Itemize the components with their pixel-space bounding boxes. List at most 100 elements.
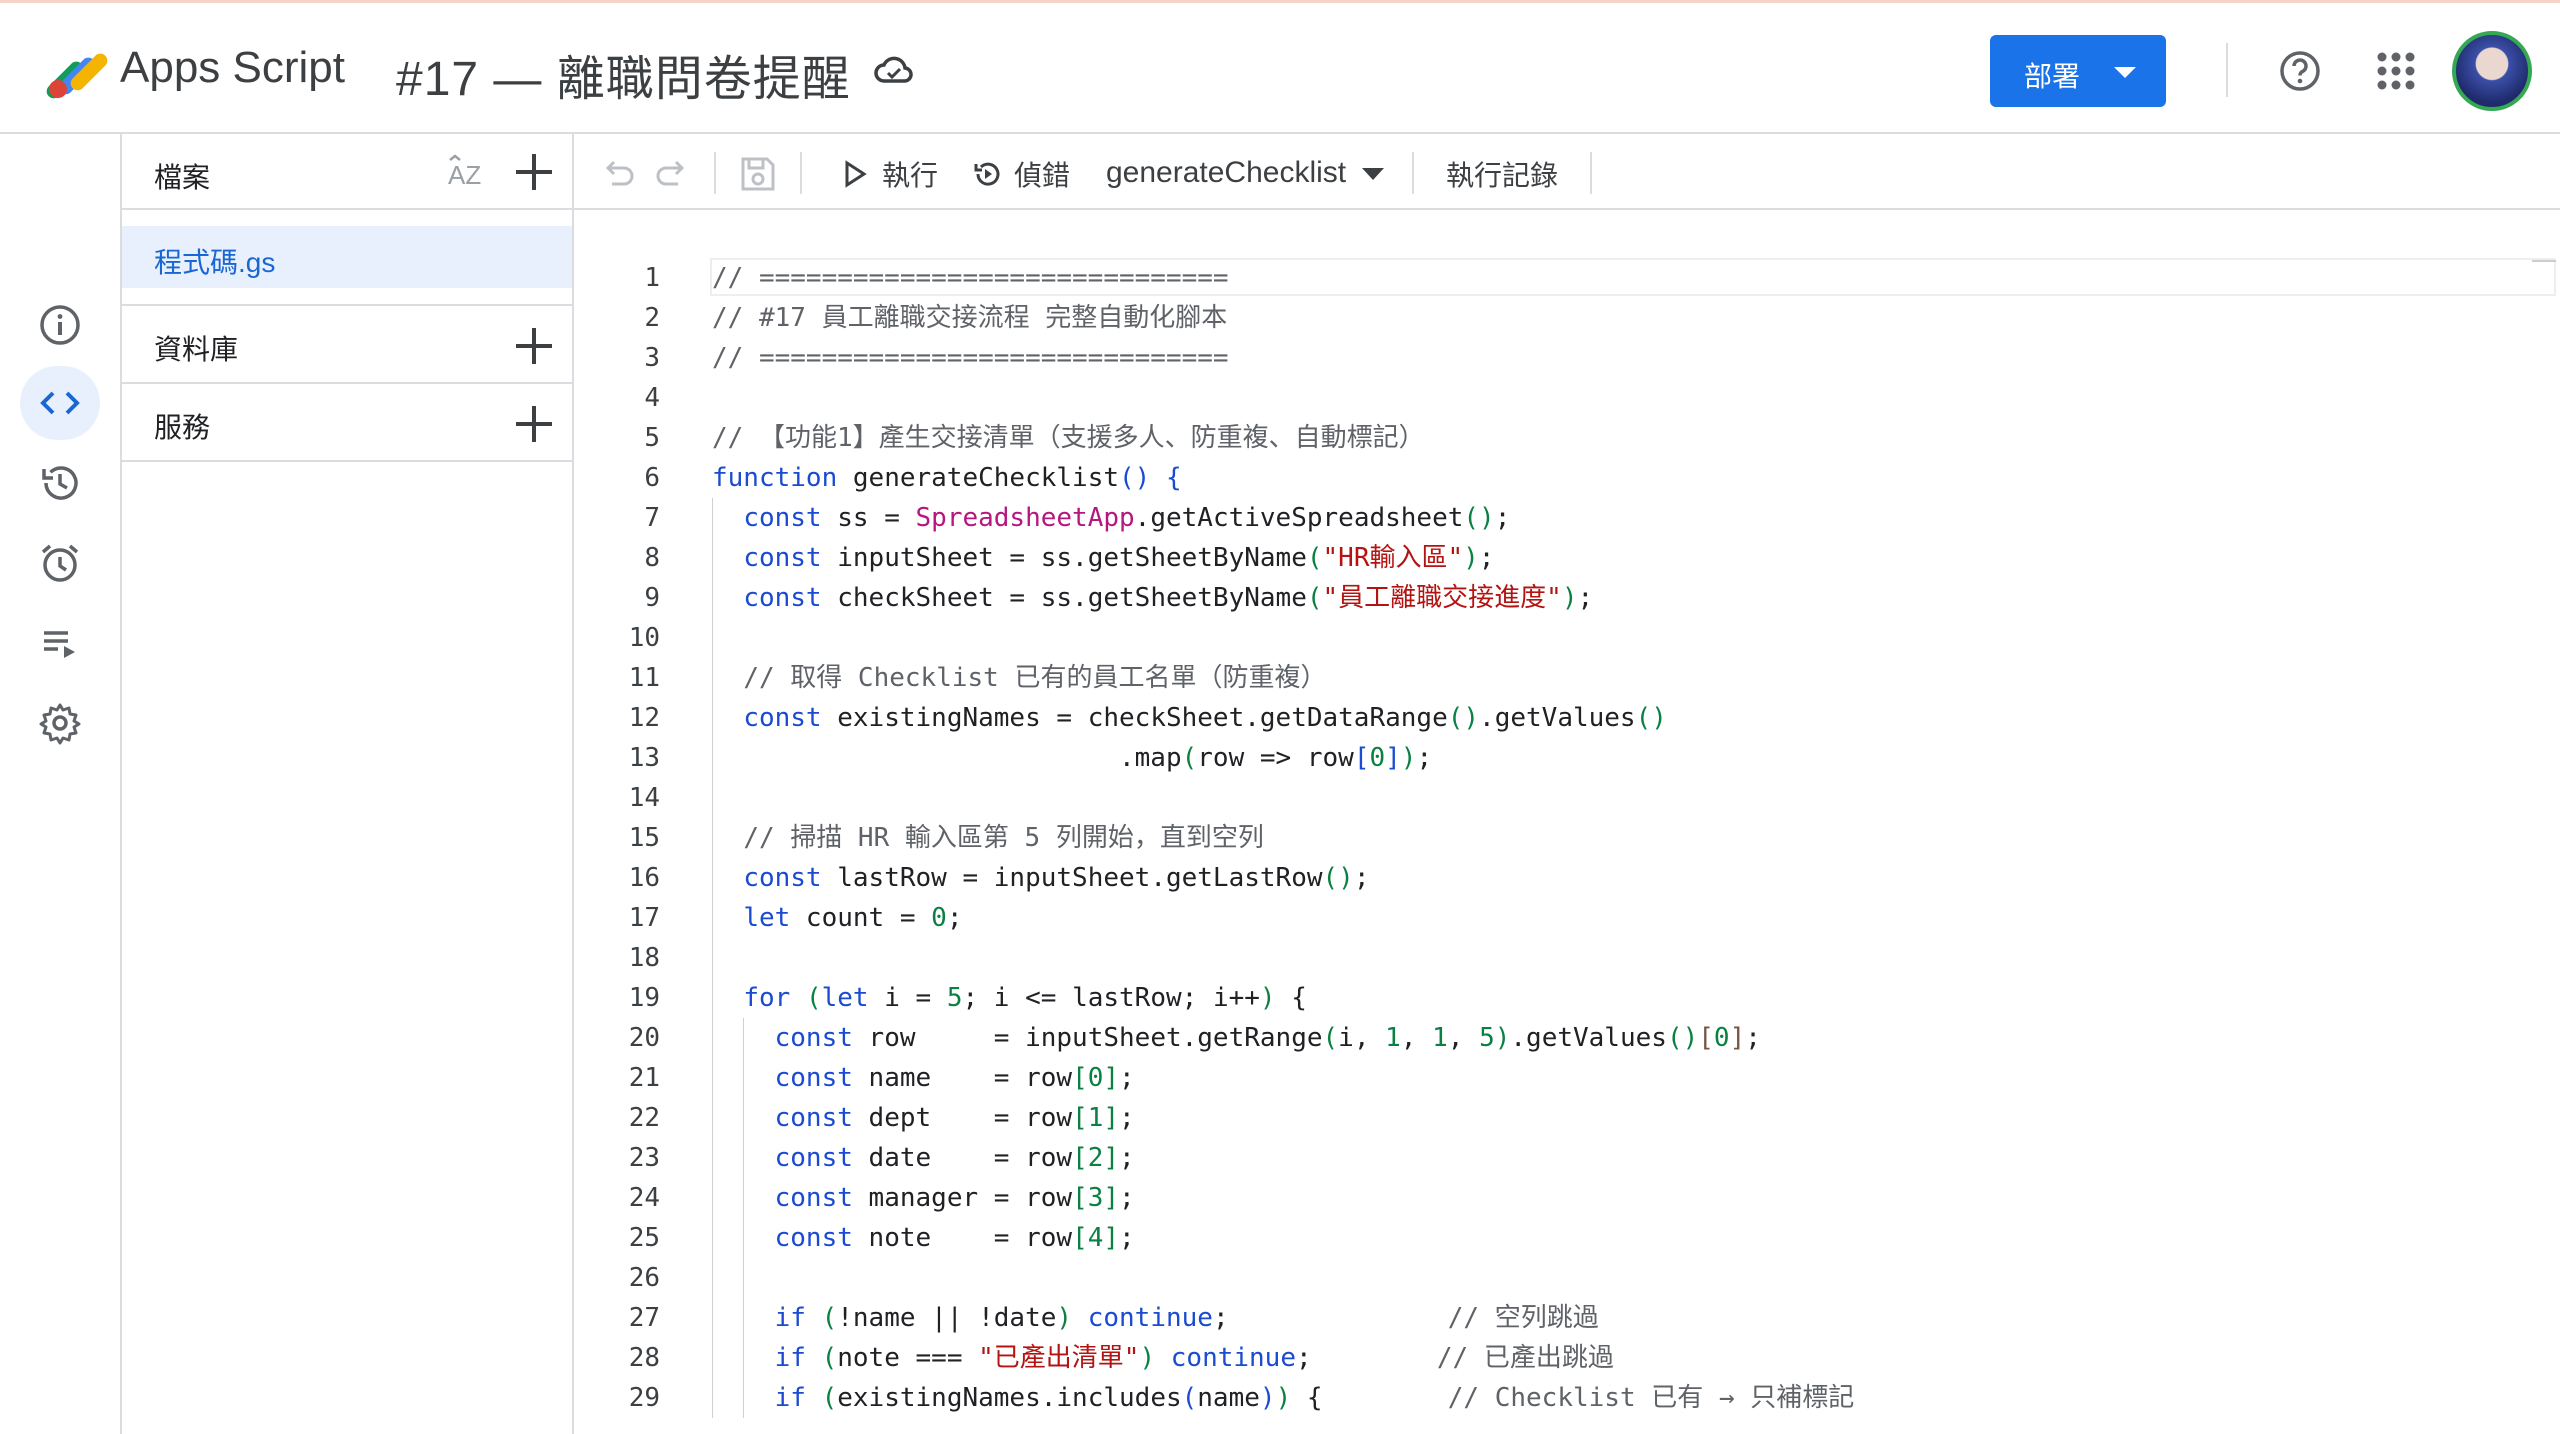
code-token: () — [1119, 463, 1151, 493]
code-line[interactable]: 22 const dept = row[1]; — [574, 1098, 2560, 1138]
code-token: const — [743, 543, 822, 573]
code-token: , — [1400, 1023, 1433, 1053]
libraries-section[interactable]: 資料庫 — [122, 304, 572, 382]
code-text: const inputSheet = ss.getSheetByName("HR… — [712, 538, 1494, 578]
code-token: let — [743, 903, 791, 933]
undo-icon[interactable] — [598, 154, 638, 194]
trigger-alarm-icon — [41, 544, 79, 582]
nav-triggers[interactable] — [20, 526, 100, 600]
code-token: { — [1291, 1383, 1448, 1413]
file-name: 程式碼.gs — [154, 247, 276, 278]
code-token: ) — [1275, 1383, 1292, 1413]
code-line[interactable]: 17 let count = 0; — [574, 898, 2560, 938]
nav-overview[interactable] — [20, 288, 100, 362]
code-token: checkSheet = ss.getSheetByName — [821, 583, 1307, 613]
apps-grid-icon[interactable] — [2376, 51, 2416, 91]
line-number: 25 — [628, 1223, 660, 1253]
settings-gear-icon — [39, 703, 81, 745]
code-line[interactable]: 23 const date = row[2]; — [574, 1138, 2560, 1178]
nav-editor[interactable] — [20, 366, 100, 440]
deploy-label: 部署 — [2024, 61, 2081, 92]
code-token: () — [1666, 1023, 1699, 1053]
code-token: ] — [1103, 1103, 1120, 1133]
code-line[interactable]: 16 const lastRow = inputSheet.getLastRow… — [574, 858, 2560, 898]
code-line[interactable]: 29 if (existingNames.includes(name)) { /… — [574, 1378, 2560, 1418]
code-token: ; — [1119, 1143, 1135, 1173]
add-library-icon[interactable] — [516, 328, 552, 364]
code-line[interactable]: 12 const existingNames = checkSheet.getD… — [574, 698, 2560, 738]
code-line[interactable]: 21 const name = row[0]; — [574, 1058, 2560, 1098]
code-line[interactable]: 15 // 掃描 HR 輸入區第 5 列開始，直到空列 — [574, 818, 2560, 858]
code-line[interactable]: 14 — [574, 778, 2560, 818]
project-title[interactable]: #17 — 離職問卷提醒 — [396, 39, 851, 109]
code-line[interactable]: 26 — [574, 1258, 2560, 1298]
code-line[interactable]: 25 const note = row[4]; — [574, 1218, 2560, 1258]
code-line[interactable]: 7 const ss = SpreadsheetApp.getActiveSpr… — [574, 498, 2560, 538]
code-editor[interactable]: 1 // ============================== 2 // #1… — [574, 212, 2560, 1434]
code-line[interactable]: 2 // #17 員工離職交接流程 完整自動化腳本 — [574, 298, 2560, 338]
code-line[interactable]: 4 — [574, 378, 2560, 418]
code-token: continue — [1087, 1303, 1213, 1333]
line-number: 15 — [628, 823, 660, 853]
code-token: [ — [1072, 1063, 1088, 1093]
save-icon[interactable] — [738, 154, 778, 194]
code-line[interactable]: 9 const checkSheet = ss.getSheetByName("… — [574, 578, 2560, 618]
debug-button[interactable]: 偵錯 — [972, 154, 1070, 194]
deploy-button[interactable]: 部署 — [1990, 35, 2166, 107]
code-token: 1 — [1385, 1023, 1401, 1053]
code-line[interactable]: 8 const inputSheet = ss.getSheetByName("… — [574, 538, 2560, 578]
help-icon[interactable] — [2278, 49, 2322, 93]
code-token: ; i <= lastRow; i++ — [962, 983, 1260, 1013]
line-number: 3 — [644, 343, 660, 373]
code-line[interactable]: 24 const manager = row[3]; — [574, 1178, 2560, 1218]
sort-az-icon[interactable]: AZ — [448, 154, 492, 194]
code-token: ; — [1119, 1223, 1135, 1253]
nav-executions[interactable] — [20, 606, 100, 680]
code-token: // Checklist 已有 → 只補標記 — [1447, 1383, 1855, 1413]
code-text: const checkSheet = ss.getSheetByName("員工… — [712, 578, 1593, 618]
file-item-code-gs[interactable]: 程式碼.gs — [122, 226, 572, 288]
code-line[interactable]: 11 // 取得 Checklist 已有的員工名單（防重複） — [574, 658, 2560, 698]
code-line[interactable]: 28 if (note === "已產出清單") continue; // 已產… — [574, 1338, 2560, 1378]
services-section[interactable]: 服務 — [122, 382, 572, 460]
nav-project-settings[interactable] — [20, 686, 100, 760]
code-text: const existingNames = checkSheet.getData… — [712, 698, 1667, 738]
line-number: 8 — [644, 543, 660, 573]
run-button[interactable]: 執行 — [840, 154, 938, 194]
avatar[interactable] — [2452, 31, 2532, 111]
code-line[interactable]: 19 for (let i = 5; i <= lastRow; i++) { — [574, 978, 2560, 1018]
add-file-icon[interactable] — [516, 154, 552, 190]
code-token: [ — [1072, 1223, 1088, 1253]
app-name[interactable]: Apps Script — [120, 43, 345, 93]
code-token: ) — [1259, 983, 1276, 1013]
code-token: ; — [1212, 1303, 1448, 1333]
code-line[interactable]: 18 — [574, 938, 2560, 978]
code-token: 2 — [1087, 1143, 1104, 1173]
execution-log-button[interactable]: 執行記錄 — [1446, 154, 1558, 194]
code-line[interactable]: 13 .map(row => row[0]); — [574, 738, 2560, 778]
code-token: // 掃描 HR 輸入區第 5 列開始，直到空列 — [743, 823, 1264, 853]
code-line[interactable]: 10 — [574, 618, 2560, 658]
dropdown-caret-icon[interactable] — [1362, 168, 1384, 180]
code-line[interactable]: 20 const row = inputSheet.getRange(i, 1,… — [574, 1018, 2560, 1058]
code-text: let count = 0; — [712, 898, 962, 938]
code-line[interactable]: 1 // ============================== — [574, 258, 2560, 298]
redo-icon[interactable] — [652, 154, 692, 194]
code-text: if (!name || !date) continue; // 空列跳過 — [712, 1298, 1599, 1338]
add-service-icon[interactable] — [516, 406, 552, 442]
code-line[interactable]: 3 // ============================== — [574, 338, 2560, 378]
code-line[interactable]: 5 // 【功能1】產生交接清單（支援多人、防重複、自動標記） — [574, 418, 2560, 458]
code-token: date = row — [852, 1143, 1073, 1173]
code-text: const lastRow = inputSheet.getLastRow(); — [712, 858, 1369, 898]
code-token: ; — [1478, 543, 1495, 573]
code-line[interactable]: 27 if (!name || !date) continue; // 空列跳過 — [574, 1298, 2560, 1338]
line-number: 20 — [628, 1023, 660, 1053]
function-select[interactable]: generateChecklist — [1106, 156, 1346, 190]
apps-script-logo[interactable] — [40, 41, 110, 101]
code-line[interactable]: 6 function generateChecklist() { — [574, 458, 2560, 498]
nav-project-history[interactable] — [20, 446, 100, 520]
run-label: 執行 — [882, 160, 939, 191]
